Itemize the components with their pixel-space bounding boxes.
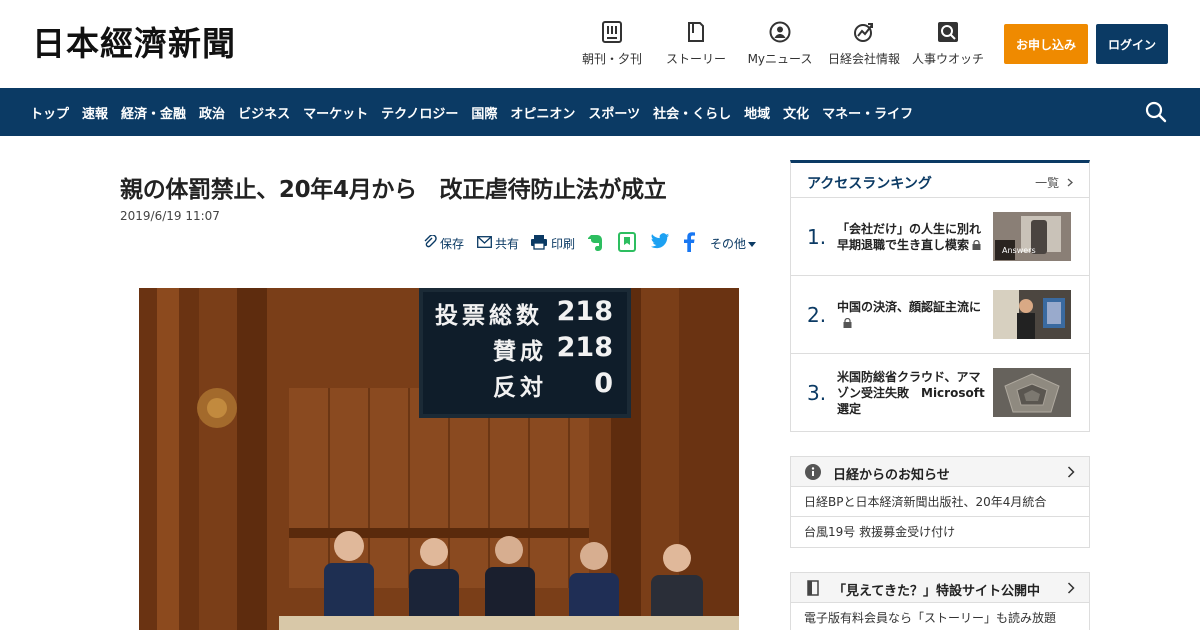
share-label: 共有	[495, 236, 520, 251]
nav-item-opinion[interactable]: オピニオン	[510, 103, 575, 122]
special-site-promo: 「見えてきた？」特設サイト公開中 電子版有料会員なら「ストーリー」も読み放題	[790, 572, 1090, 630]
thumb-caption: Answers	[1002, 246, 1036, 255]
ranking-more-link[interactable]: 一覧	[1035, 174, 1073, 191]
vote-yes-label: 賛成	[493, 339, 547, 365]
nav-item-economy[interactable]: 経済・金融	[121, 103, 186, 122]
personnel-search-icon	[936, 20, 960, 44]
caret-down-icon	[748, 236, 757, 250]
nav-item-international[interactable]: 国際	[471, 103, 497, 122]
nav-company-info[interactable]: 日経会社情報	[828, 20, 900, 67]
vote-total-label: 投票総数	[435, 303, 543, 329]
special-title: 「見えてきた？」特設サイト公開中	[833, 584, 1040, 599]
ranking-item[interactable]: 2. 中国の決済、顔認証主流に	[791, 276, 1089, 354]
evernote-button[interactable]	[587, 233, 605, 253]
printer-icon	[530, 234, 548, 253]
more-share-button[interactable]: その他	[710, 233, 757, 253]
paperclip-icon	[423, 233, 437, 252]
nav-item-sports[interactable]: スポーツ	[588, 103, 640, 122]
bookmark-button[interactable]	[618, 231, 636, 255]
rank-headline: 米国防総省クラウド、アマゾン受注失敗 Microsoft選定	[837, 370, 985, 416]
nav-item-culture[interactable]: 文化	[783, 103, 809, 122]
ranking-title: アクセスランキング	[807, 176, 932, 192]
story-icon	[684, 20, 708, 44]
notice-item[interactable]: 台風19号 救援募金受け付け	[791, 517, 1089, 547]
vote-board: 投票総数 218 賛成 218 反対 0	[429, 294, 621, 406]
nav-label: 人事ウオッチ	[912, 52, 985, 66]
article-title: 親の体罰禁止、20年4月から 改正虐待防止法が成立	[120, 177, 667, 203]
nav-item-technology[interactable]: テクノロジー	[381, 103, 458, 122]
notices-title: 日経からのお知らせ	[833, 468, 950, 483]
ranking-item[interactable]: 3. 米国防総省クラウド、アマゾン受注失敗 Microsoft選定	[791, 354, 1089, 432]
rank-number: 3.	[807, 381, 827, 405]
nav-label: ストーリー	[666, 52, 727, 66]
nav-morning-evening-edition[interactable]: 朝刊・夕刊	[582, 20, 642, 67]
rank-headline: 「会社だけ」の人生に別れ 早期退職で生き直し模索	[837, 222, 994, 252]
site-header: 日本經濟新聞 朝刊・夕刊 ストーリー Myニュース 日経会社情報 人事ウオッチ …	[0, 0, 1200, 88]
share-button[interactable]: 共有	[477, 233, 519, 253]
rank-number: 1.	[807, 225, 827, 249]
nav-item-top[interactable]: トップ	[30, 103, 69, 122]
vote-no-label: 反対	[493, 375, 547, 401]
ranking-header: アクセスランキング 一覧	[791, 163, 1089, 198]
main-nav-bar: トップ 速報 経済・金融 政治 ビジネス マーケット テクノロジー 国際 オピニ…	[0, 88, 1200, 136]
nav-item-society[interactable]: 社会・くらし	[653, 103, 731, 122]
evernote-icon	[587, 232, 605, 255]
rank-headline: 中国の決済、顔認証主流に	[837, 276, 985, 354]
newspaper-icon	[600, 20, 624, 44]
search-icon[interactable]	[1145, 101, 1167, 123]
vote-no-value: 0	[594, 368, 613, 399]
chevron-right-icon	[1067, 582, 1075, 594]
company-info-icon	[852, 20, 876, 44]
rank-thumbnail	[993, 368, 1071, 417]
save-label: 保存	[440, 236, 465, 251]
vote-total-value: 218	[556, 296, 613, 327]
mail-icon	[477, 235, 492, 251]
subscribe-button[interactable]: お申し込み	[1004, 24, 1088, 64]
access-ranking: アクセスランキング 一覧 1. 「会社だけ」の人生に別れ 早期退職で生き直し模索…	[790, 160, 1090, 432]
nav-personnel-watch[interactable]: 人事ウオッチ	[912, 20, 984, 67]
nav-story[interactable]: ストーリー	[666, 20, 726, 67]
rank-number: 2.	[807, 303, 827, 327]
nav-item-business[interactable]: ビジネス	[238, 103, 290, 122]
login-button[interactable]: ログイン	[1096, 24, 1168, 64]
info-icon	[805, 464, 821, 484]
chevron-right-icon	[1067, 466, 1075, 478]
user-icon	[768, 20, 792, 44]
vote-yes-value: 218	[556, 332, 613, 363]
nav-item-politics[interactable]: 政治	[199, 103, 225, 122]
special-text[interactable]: 電子版有料会員なら「ストーリー」も読み放題	[791, 603, 1089, 631]
rank-thumbnail: Answers	[993, 212, 1071, 261]
nav-my-news[interactable]: Myニュース	[748, 20, 812, 67]
nav-label: 日経会社情報	[828, 52, 901, 66]
article-date: 2019/6/19 11:07	[120, 209, 220, 223]
nav-item-breaking[interactable]: 速報	[82, 103, 108, 122]
nav-item-money-life[interactable]: マネー・ライフ	[822, 103, 913, 122]
notices-header[interactable]: 日経からのお知らせ	[791, 457, 1089, 487]
main-nav-list: トップ 速報 経済・金融 政治 ビジネス マーケット テクノロジー 国際 オピニ…	[30, 88, 926, 136]
rank-thumbnail	[993, 290, 1071, 339]
notice-item[interactable]: 日経BPと日本経済新聞出版社、20年4月統合	[791, 487, 1089, 517]
more-share-label: その他	[710, 236, 747, 251]
save-button[interactable]: 保存	[423, 233, 464, 253]
ranking-item[interactable]: 1. 「会社だけ」の人生に別れ 早期退職で生き直し模索 Answers	[791, 198, 1089, 276]
nikkei-notices: 日経からのお知らせ 日経BPと日本経済新聞出版社、20年4月統合 台風19号 救…	[790, 456, 1090, 548]
print-button[interactable]: 印刷	[530, 233, 575, 253]
lock-icon	[972, 240, 981, 250]
special-header[interactable]: 「見えてきた？」特設サイト公開中	[791, 573, 1089, 603]
facebook-button[interactable]	[683, 231, 695, 255]
site-logo[interactable]: 日本經濟新聞	[32, 24, 236, 64]
nav-label: 朝刊・夕刊	[582, 52, 643, 66]
nav-label: Myニュース	[747, 52, 813, 66]
lock-icon	[843, 318, 852, 328]
facebook-icon	[683, 231, 695, 255]
article-photo: 投票総数 218 賛成 218 反対 0	[139, 288, 739, 630]
nav-item-market[interactable]: マーケット	[303, 103, 368, 122]
book-icon	[807, 580, 819, 600]
print-label: 印刷	[551, 236, 576, 251]
twitter-button[interactable]	[650, 233, 670, 253]
nav-item-region[interactable]: 地域	[744, 103, 770, 122]
chevron-right-icon	[1067, 178, 1073, 187]
twitter-icon	[650, 233, 670, 253]
bookmark-icon	[618, 231, 636, 255]
